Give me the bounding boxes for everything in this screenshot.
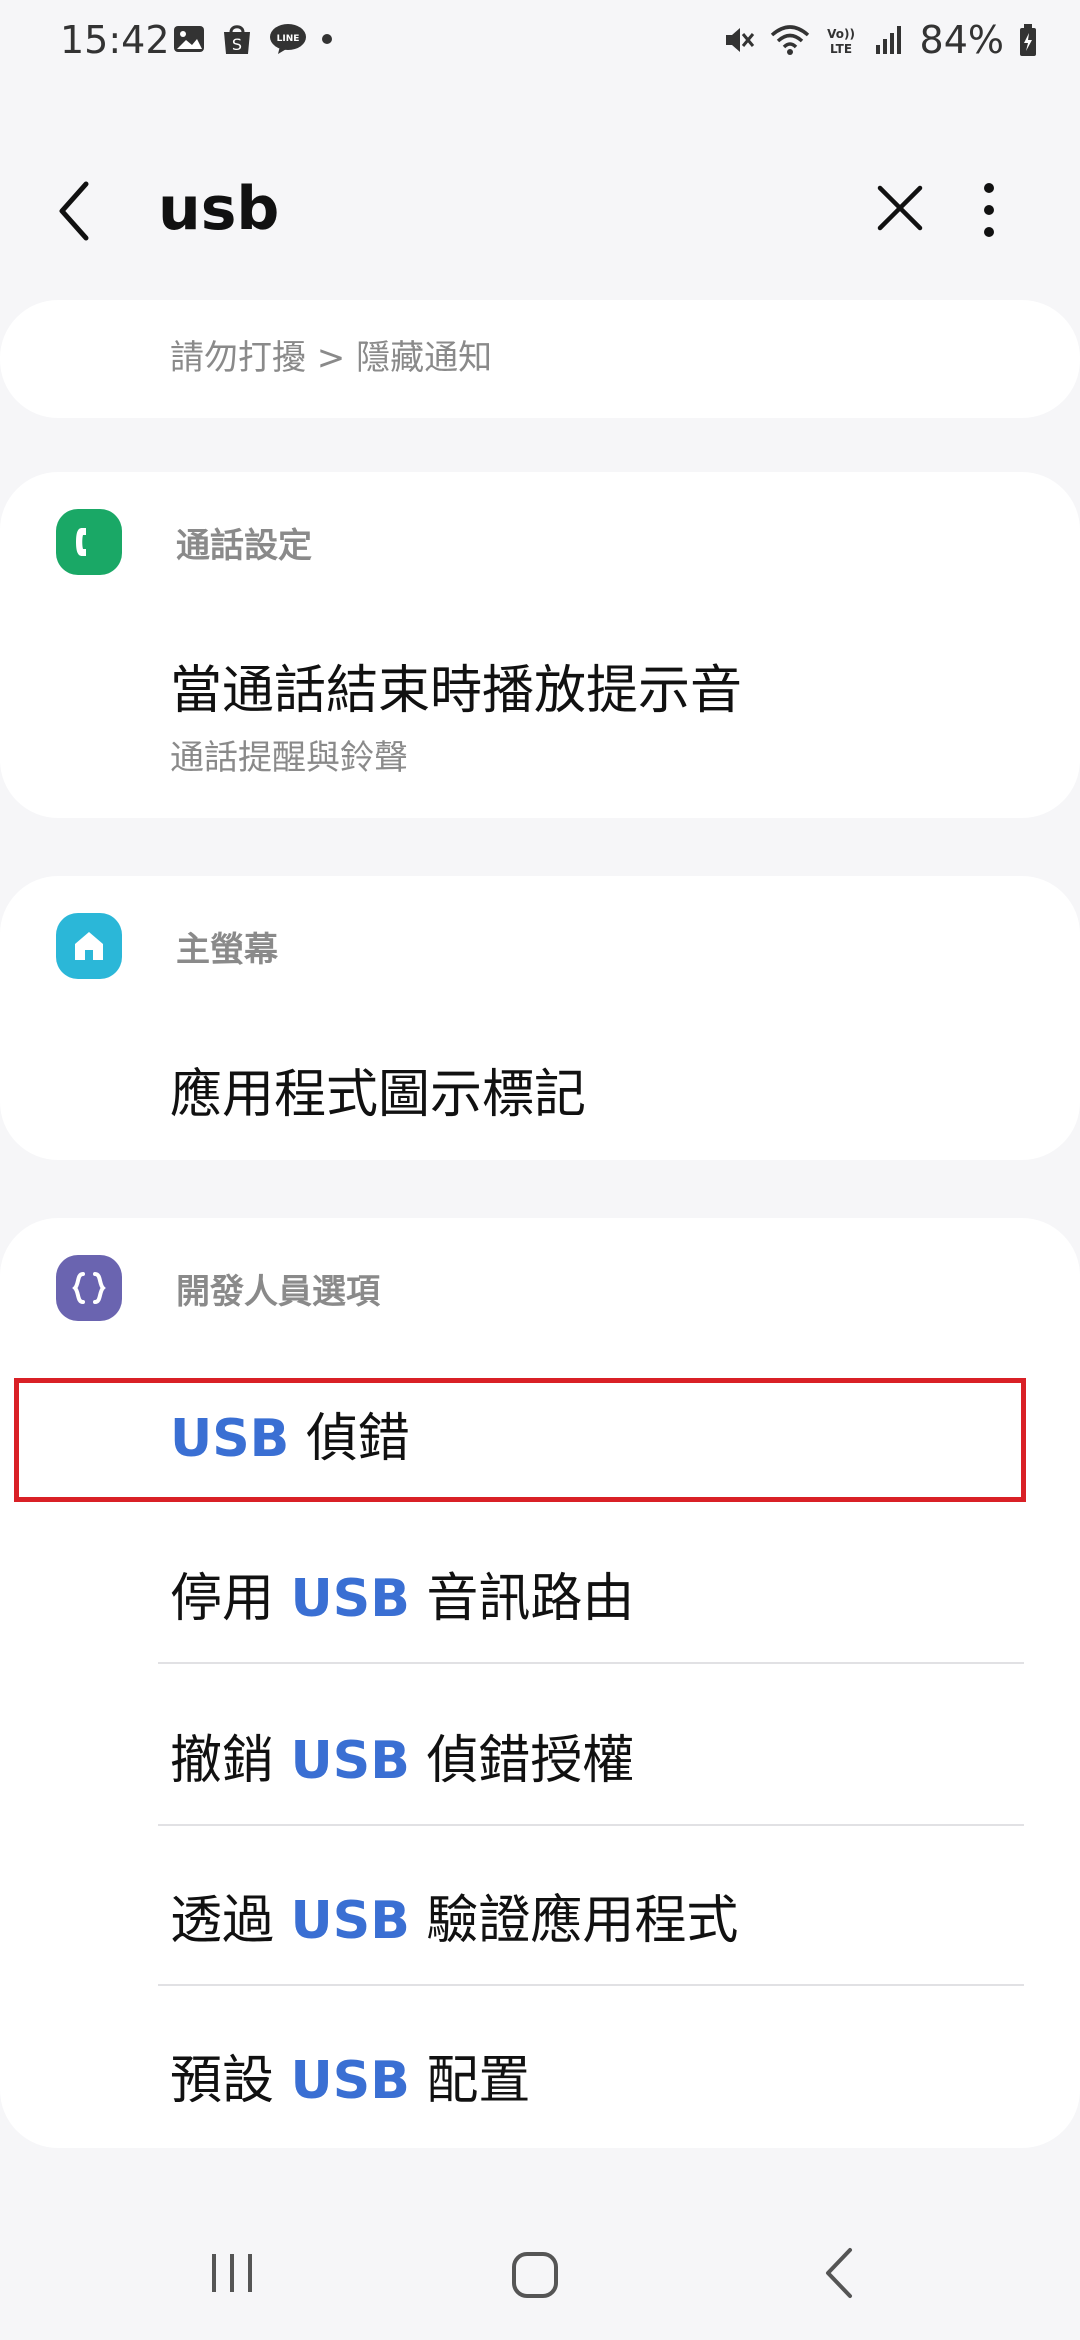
mute-icon	[725, 28, 754, 52]
more-options-icon[interactable]	[974, 180, 1004, 240]
search-header: usb	[0, 150, 1080, 270]
developer-braces-icon	[56, 1255, 122, 1321]
battery-icon	[1020, 24, 1036, 56]
result-card-partial: 請勿打擾 > 隱藏通知	[0, 300, 1080, 418]
category-header: 主螢幕	[56, 912, 278, 980]
divider	[158, 1824, 1024, 1826]
result-card-home-screen: 主螢幕 應用程式圖示標記	[0, 876, 1080, 1160]
volte-icon: Vo)) LTE	[827, 27, 855, 56]
clear-search-icon[interactable]	[872, 180, 928, 236]
svg-text:S: S	[232, 35, 242, 54]
result-item-title[interactable]: 當通話結束時播放提示音	[170, 648, 742, 723]
result-card-call-settings: 通話設定 當通話結束時播放提示音 通話提醒與鈴聲	[0, 472, 1080, 818]
wifi-icon	[770, 25, 809, 55]
result-item-title[interactable]: 應用程式圖示標記	[170, 1052, 586, 1127]
navigation-bar	[0, 2210, 1080, 2340]
home-icon	[56, 913, 122, 979]
svg-text:LINE: LINE	[277, 34, 300, 44]
svg-text:Vo)): Vo))	[827, 27, 855, 41]
search-input[interactable]: usb	[158, 174, 279, 244]
category-label: 主螢幕	[176, 929, 278, 970]
category-header: 通話設定	[56, 508, 312, 576]
result-item-default-usb-config[interactable]: 預設 USB 配置	[170, 2038, 530, 2113]
back-arrow-icon[interactable]	[50, 178, 100, 244]
result-item-disable-usb-audio[interactable]: 停用 USB 音訊路由	[170, 1556, 634, 1631]
status-bar: 15:42 S LINE Vo)) LTE 84%	[0, 0, 1080, 84]
status-notification-icons: S LINE	[172, 22, 332, 56]
category-label: 通話設定	[176, 525, 312, 566]
gallery-icon	[174, 26, 204, 52]
divider	[158, 1984, 1024, 1986]
signal-icon	[875, 26, 901, 54]
result-item-subtitle: 通話提醒與鈴聲	[170, 738, 408, 778]
status-system-icons: Vo)) LTE 84%	[722, 18, 1038, 62]
recent-apps-icon[interactable]	[208, 2250, 256, 2296]
notification-dot	[322, 34, 332, 44]
shopee-icon: S	[224, 25, 250, 54]
result-subtitle: 請勿打擾 > 隱藏通知	[170, 338, 493, 378]
category-header: 開發人員選項	[56, 1254, 380, 1322]
line-icon: LINE	[270, 24, 306, 54]
result-item-verify-apps-usb[interactable]: 透過 USB 驗證應用程式	[170, 1878, 738, 1953]
nav-back-icon[interactable]	[822, 2246, 856, 2300]
result-card-developer-options: 開發人員選項 USB 偵錯 停用 USB 音訊路由 撤銷 USB 偵錯授權 透過…	[0, 1218, 1080, 2148]
phone-icon	[56, 509, 122, 575]
result-item-revoke-usb-auth[interactable]: 撤銷 USB 偵錯授權	[170, 1718, 634, 1793]
battery-percentage: 84%	[919, 18, 1004, 62]
home-button-icon[interactable]	[510, 2250, 560, 2300]
highlight-annotation-box	[14, 1378, 1026, 1502]
category-label: 開發人員選項	[176, 1271, 380, 1312]
status-time: 15:42	[60, 18, 170, 62]
svg-text:LTE: LTE	[830, 42, 852, 56]
divider	[158, 1662, 1024, 1664]
